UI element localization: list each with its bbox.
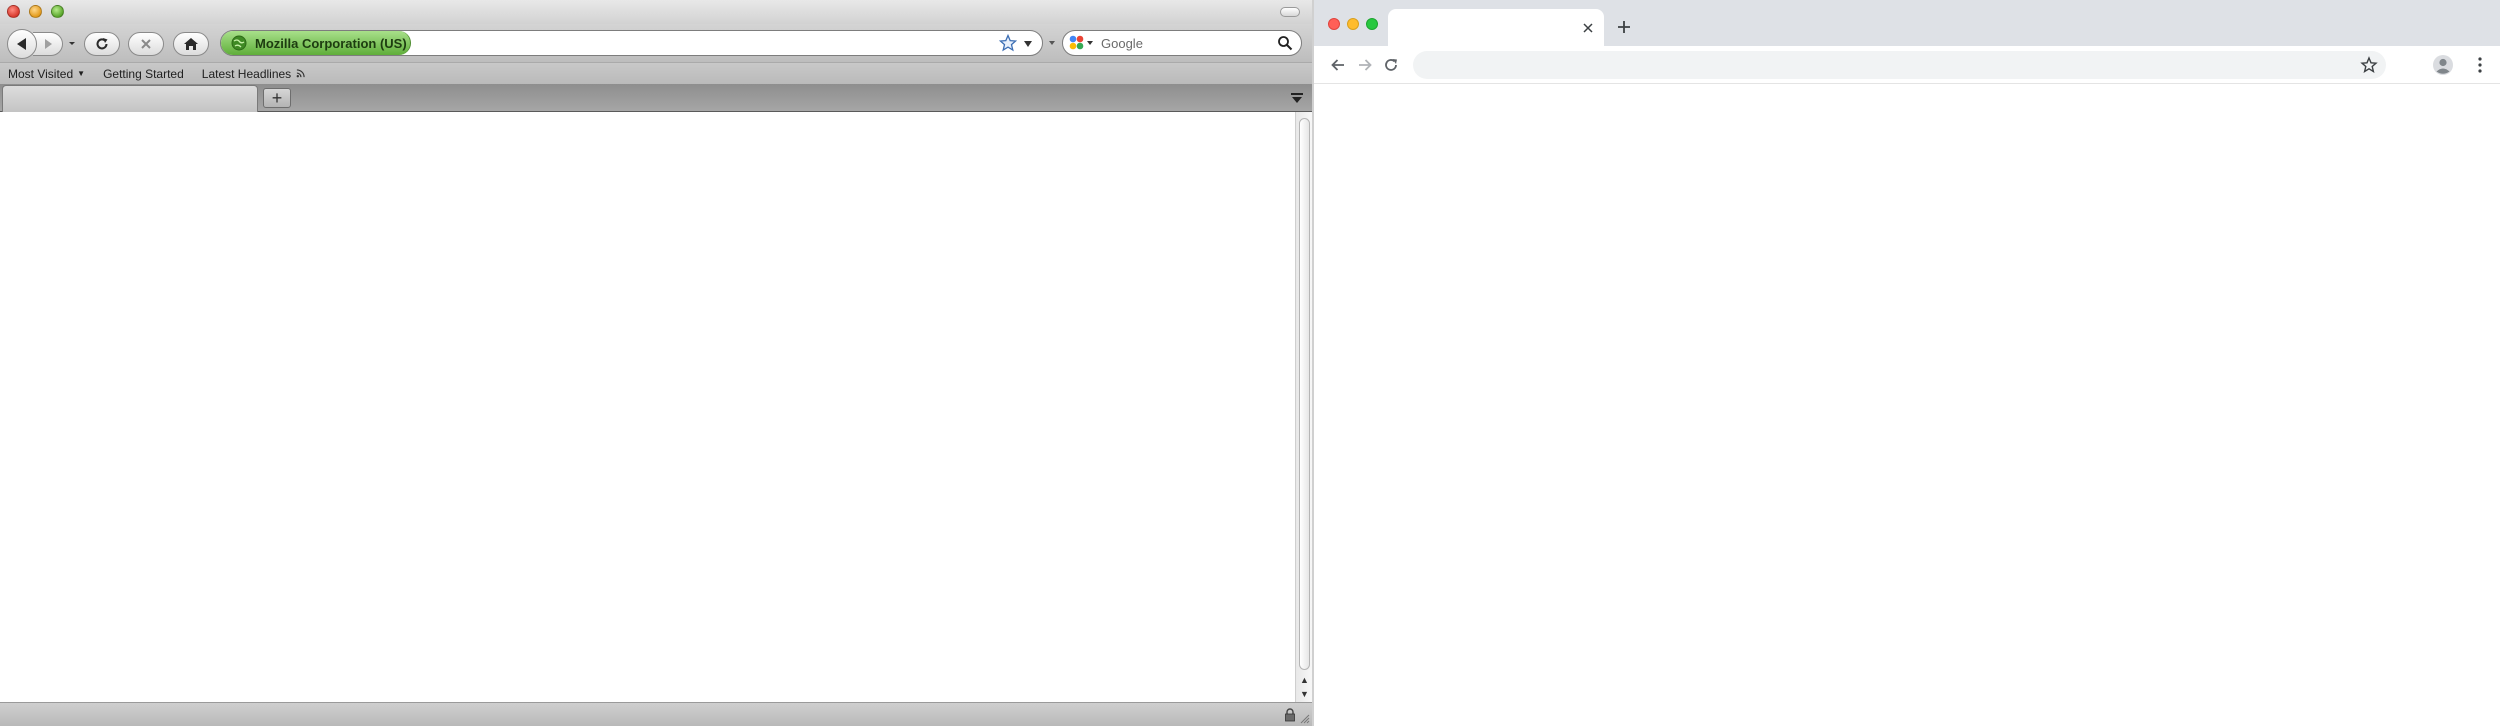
navigation-toolbar: Mozilla Corporation (US): [0, 24, 1312, 62]
history-dropdown-icon[interactable]: [68, 39, 76, 47]
search-input[interactable]: [1101, 34, 1271, 52]
reload-icon: [96, 38, 108, 50]
page-content[interactable]: [0, 112, 1295, 702]
scroll-down-icon[interactable]: ▼: [1299, 688, 1310, 699]
zoom-window-button[interactable]: [51, 5, 64, 18]
plus-icon: [1618, 21, 1630, 33]
url-history-dropdown-icon[interactable]: [1023, 40, 1033, 48]
chevron-down-icon: ▼: [77, 69, 86, 78]
reload-button[interactable]: [1381, 55, 1401, 75]
stop-icon: [141, 39, 151, 49]
list-tabs-icon: [1291, 93, 1303, 103]
home-icon: [184, 38, 198, 50]
forward-button[interactable]: [1355, 55, 1375, 75]
tab-active[interactable]: [1388, 9, 1604, 46]
status-bar: [0, 702, 1312, 726]
bookmark-latest-headlines[interactable]: Latest Headlines: [202, 67, 305, 81]
tab-strip: [1314, 0, 2500, 46]
bookmark-most-visited[interactable]: Most Visited ▼: [8, 67, 85, 81]
star-icon[interactable]: [2360, 56, 2378, 74]
bookmarks-toolbar: Most Visited ▼ Getting Started Latest He…: [0, 62, 1312, 84]
forward-button[interactable]: [33, 32, 63, 56]
minimize-window-button[interactable]: [29, 5, 42, 18]
close-icon: [1583, 23, 1593, 33]
minimize-window-button[interactable]: [1347, 18, 1359, 30]
url-input[interactable]: [419, 34, 979, 52]
profile-icon[interactable]: [2432, 54, 2454, 76]
bookmark-label: Getting Started: [103, 66, 184, 81]
scroll-up-icon[interactable]: ▲: [1299, 674, 1310, 685]
site-identity-button[interactable]: Mozilla Corporation (US): [221, 31, 411, 55]
scrollbar-thumb[interactable]: [1299, 118, 1310, 670]
menu-button[interactable]: [2470, 55, 2490, 75]
list-all-tabs-button[interactable]: [1286, 88, 1308, 108]
firefox-window: Mozilla Corporation (US) Google Most Vis…: [0, 0, 1312, 726]
tab-strip: +: [0, 84, 1312, 112]
forward-icon: [44, 39, 52, 49]
new-tab-button[interactable]: +: [263, 88, 291, 108]
page-content[interactable]: [1314, 84, 2500, 726]
lock-icon[interactable]: [1284, 708, 1296, 722]
resize-grip-icon[interactable]: [1300, 714, 1310, 724]
vertical-scrollbar[interactable]: ▲ ▼: [1295, 112, 1312, 702]
title-bar[interactable]: [0, 0, 1312, 24]
identity-label: Mozilla Corporation (US): [255, 35, 407, 51]
location-bar[interactable]: Mozilla Corporation (US): [220, 30, 1043, 56]
home-button[interactable]: [173, 32, 209, 56]
bookmark-star-icon[interactable]: [999, 34, 1017, 52]
chrome-window: [1314, 0, 2500, 726]
search-engine-icon[interactable]: [1067, 34, 1095, 52]
back-icon: [17, 38, 26, 50]
tab-active[interactable]: [2, 85, 258, 112]
tab-close-button[interactable]: [1580, 20, 1596, 36]
rss-feed-icon: [296, 69, 305, 78]
zoom-window-button[interactable]: [1366, 18, 1378, 30]
address-bar[interactable]: [1413, 51, 2386, 79]
menu-icon: [2478, 57, 2482, 73]
back-button[interactable]: [7, 29, 37, 59]
back-icon: [1331, 59, 1344, 71]
close-window-button[interactable]: [7, 5, 20, 18]
search-bar[interactable]: [1062, 30, 1302, 56]
bookmark-getting-started[interactable]: Getting Started: [103, 67, 184, 81]
new-tab-button[interactable]: [1612, 15, 1636, 39]
close-window-button[interactable]: [1328, 18, 1340, 30]
globe-icon: [231, 35, 247, 51]
separator-dropdown-icon: [1049, 41, 1055, 45]
navigation-toolbar: [1314, 46, 2500, 84]
stop-button[interactable]: [128, 32, 164, 56]
reload-button[interactable]: [84, 32, 120, 56]
search-icon[interactable]: [1277, 35, 1293, 51]
bookmark-label: Latest Headlines: [201, 66, 292, 81]
address-input[interactable]: [1429, 56, 2329, 74]
reload-icon: [1385, 59, 1397, 71]
toolbar-toggle-button[interactable]: [1280, 7, 1300, 17]
bookmark-label: Most Visited: [8, 66, 74, 81]
forward-icon: [1359, 59, 1372, 71]
plus-icon: +: [271, 88, 283, 108]
back-button[interactable]: [1328, 55, 1348, 75]
